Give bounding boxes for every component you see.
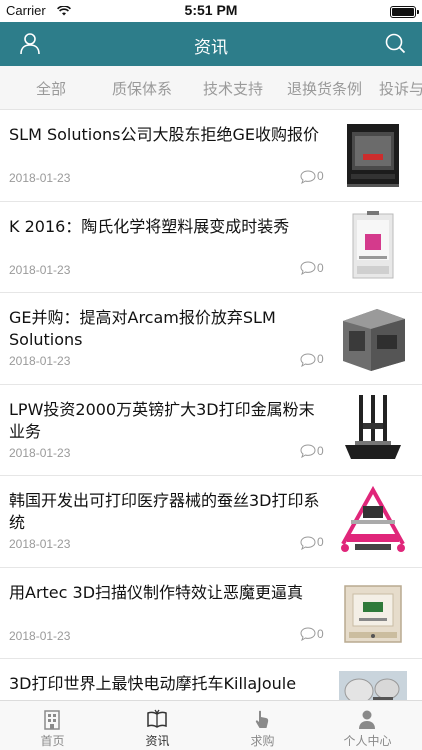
nav-bar: 资讯 — [0, 22, 422, 66]
tab-quality[interactable]: 质保体系 — [112, 78, 172, 99]
comment-icon — [300, 536, 316, 550]
person-icon — [359, 710, 375, 729]
comment-count: 0 — [300, 352, 324, 367]
tab-tech-support[interactable]: 技术支持 — [203, 78, 263, 99]
comment-count-value: 0 — [317, 169, 324, 183]
comment-icon — [300, 444, 316, 459]
tab-all[interactable]: 全部 — [36, 78, 66, 99]
status-bar: Carrier 5:51 PM — [0, 0, 422, 22]
category-tabs: 全部 质保体系 技术支持 退换货条例 投诉与 — [0, 66, 422, 110]
comment-count: 0 — [300, 535, 324, 550]
article-date: 2018-01-23 — [9, 537, 71, 551]
article-date: 2018-01-23 — [9, 354, 71, 368]
article-date: 2018-01-23 — [9, 445, 71, 460]
comment-count-value: 0 — [317, 443, 324, 458]
comment-count: 0 — [300, 261, 324, 276]
page-title: 资讯 — [194, 38, 228, 58]
3d-printer-white-pink-image — [337, 209, 409, 284]
delta-printer-image — [337, 392, 409, 467]
wooden-printer-image — [337, 575, 409, 650]
comment-icon — [300, 261, 316, 276]
article-title: SLM Solutions公司大股东拒绝GE收购报价 — [9, 125, 319, 144]
list-item[interactable]: SLM Solutions公司大股东拒绝GE收购报价 2018-01-23 0 — [0, 110, 422, 202]
tab-complaints[interactable]: 投诉与 — [379, 78, 422, 99]
list-item[interactable]: LPW投资2000万英镑扩大3D打印金属粉末业务 2018-01-23 0 — [0, 384, 422, 476]
article-title: K 2016：陶氏化学将塑料展变成时装秀 — [9, 216, 290, 236]
tabbar-purchase[interactable]: 求购 — [210, 701, 315, 750]
industrial-printer-image — [337, 301, 409, 375]
comment-count-value: 0 — [317, 535, 324, 549]
tabbar-news-label: 资讯 — [145, 734, 170, 748]
list-item[interactable]: 3D打印世界上最快电动摩托车KillaJoule 2018-01-23 0 — [0, 659, 422, 700]
comment-count: 0 — [300, 444, 324, 459]
article-date: 2018-01-23 — [9, 262, 71, 277]
list-item[interactable]: 韩国开发出可打印医疗器械的蚕丝3D打印系统 2018-01-23 0 — [0, 476, 422, 568]
pink-frame-printer-image — [337, 484, 409, 558]
tabbar-profile[interactable]: 个人中心 — [315, 701, 420, 750]
article-title: 用Artec 3D扫描仪制作特效让恶魔更逼真 — [9, 582, 304, 602]
article-title: 韩国开发出可打印医疗器械的蚕丝3D打印系统 — [9, 491, 320, 532]
tabbar-news[interactable]: 资讯 — [105, 701, 210, 750]
hand-tap-icon — [255, 710, 269, 728]
3d-printer-black-box-image — [337, 118, 409, 192]
tabbar-purchase-label: 求购 — [250, 734, 275, 748]
tabbar-home[interactable]: 首页 — [0, 701, 105, 750]
comment-count-value: 0 — [317, 352, 324, 366]
list-item[interactable]: 用Artec 3D扫描仪制作特效让恶魔更逼真 2018-01-23 0 — [0, 567, 422, 659]
article-title: 3D打印世界上最快电动摩托车KillaJoule — [9, 674, 297, 693]
building-icon — [44, 710, 60, 730]
comment-count: 0 — [300, 627, 324, 642]
tabbar-home-label: 首页 — [40, 734, 65, 748]
tab-bar: 首页 资讯 求购 个人中心 — [0, 700, 422, 750]
comment-count-value: 0 — [317, 626, 324, 641]
tabbar-profile-label: 个人中心 — [343, 734, 392, 748]
comment-icon — [300, 170, 316, 184]
article-title: GE并购：提高对Arcam报价放弃SLM Solutions — [9, 308, 276, 349]
list-item[interactable]: GE并购：提高对Arcam报价放弃SLM Solutions 2018-01-2… — [0, 293, 422, 385]
comment-count: 0 — [300, 169, 324, 184]
open-book-icon — [147, 709, 167, 728]
list-item[interactable]: K 2016：陶氏化学将塑料展变成时装秀 2018-01-23 0 — [0, 201, 422, 293]
status-time: 5:51 PM — [184, 2, 238, 18]
battery-full-icon — [390, 6, 419, 18]
search-icon[interactable] — [384, 32, 406, 54]
comment-count-value: 0 — [317, 260, 324, 275]
tab-returns[interactable]: 退换货条例 — [287, 78, 362, 99]
article-title: LPW投资2000万英镑扩大3D打印金属粉末业务 — [9, 399, 315, 441]
article-date: 2018-01-23 — [9, 628, 71, 643]
printed-parts-image — [337, 667, 409, 700]
article-date: 2018-01-23 — [9, 171, 71, 185]
article-list: SLM Solutions公司大股东拒绝GE收购报价 2018-01-23 0 … — [0, 110, 422, 700]
comment-icon — [300, 627, 316, 642]
comment-icon — [300, 353, 316, 367]
